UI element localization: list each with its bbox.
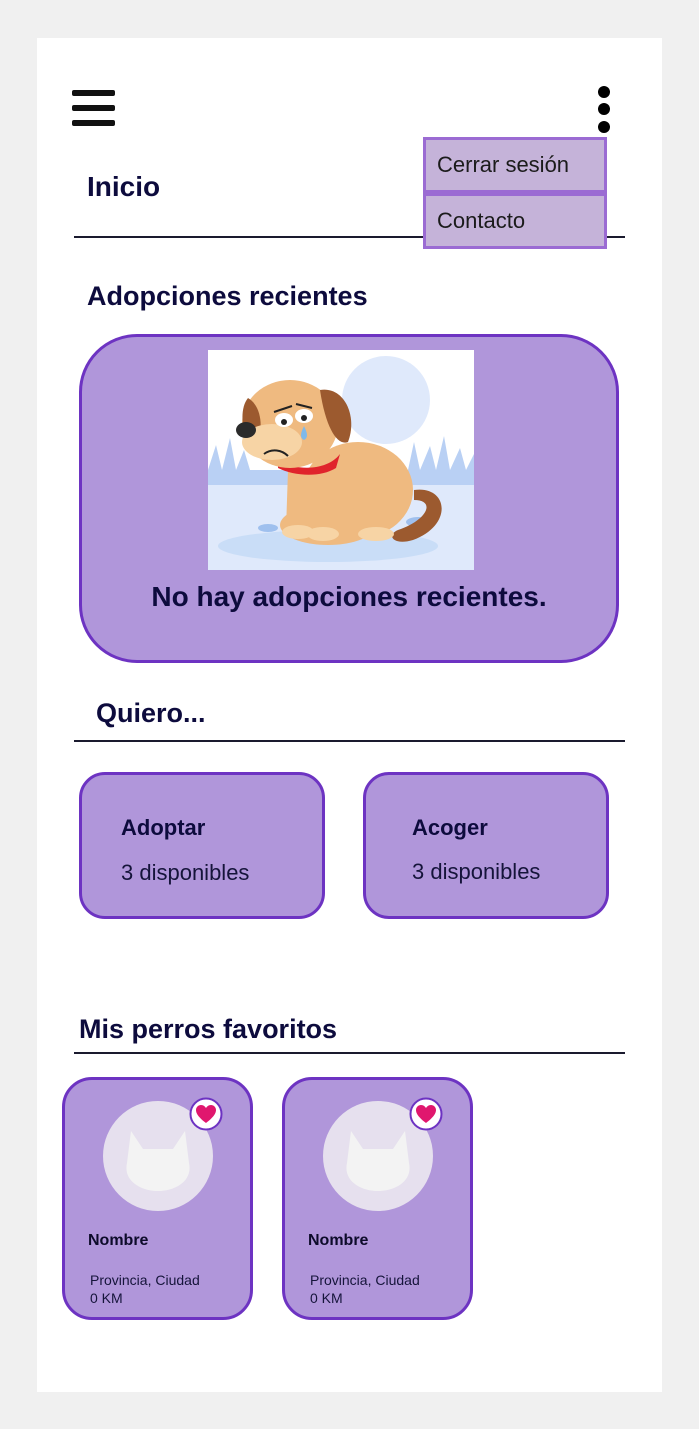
adopt-option-card[interactable]: Adoptar 3 disponibles (79, 772, 325, 919)
sad-dog-illustration (208, 350, 474, 570)
dog-distance: 0 KM (90, 1290, 123, 1306)
heart-icon[interactable] (409, 1097, 443, 1131)
overflow-menu: Cerrar sesión Contacto (423, 137, 607, 249)
dog-name: Nombre (88, 1232, 149, 1249)
more-vertical-icon[interactable] (597, 86, 611, 134)
dog-location-text: Provincia, Ciudad (90, 1272, 200, 1288)
option-title: Acoger (412, 815, 488, 840)
dog-location: Provincia, Ciudad 0 KM (310, 1271, 420, 1307)
hamburger-menu-icon[interactable] (72, 90, 116, 130)
dog-distance: 0 KM (310, 1290, 343, 1306)
option-count: 3 disponibles (121, 860, 250, 885)
heart-icon[interactable] (189, 1097, 223, 1131)
menu-item-contact[interactable]: Contacto (423, 193, 607, 249)
divider (74, 1052, 625, 1054)
dog-location-text: Provincia, Ciudad (310, 1272, 420, 1288)
empty-state-message: No hay adopciones recientes. (151, 581, 547, 612)
dog-location: Provincia, Ciudad 0 KM (90, 1271, 200, 1307)
want-section-title: Quiero... (96, 698, 206, 728)
recent-adoptions-title: Adopciones recientes (87, 281, 368, 311)
dog-name: Nombre (308, 1232, 369, 1249)
menu-item-logout[interactable]: Cerrar sesión (423, 137, 607, 193)
divider (74, 740, 625, 742)
app-screen: Inicio Cerrar sesión Contacto Adopciones… (37, 38, 662, 1392)
option-title: Adoptar (121, 815, 206, 840)
page-title: Inicio (87, 171, 161, 202)
favorites-title: Mis perros favoritos (79, 1014, 338, 1044)
option-count: 3 disponibles (412, 859, 541, 884)
foster-option-card[interactable]: Acoger 3 disponibles (363, 772, 609, 919)
favorite-dog-card[interactable]: Nombre Provincia, Ciudad 0 KM (282, 1077, 473, 1320)
recent-adoptions-card: No hay adopciones recientes. (79, 334, 619, 663)
favorite-dog-card[interactable]: Nombre Provincia, Ciudad 0 KM (62, 1077, 253, 1320)
